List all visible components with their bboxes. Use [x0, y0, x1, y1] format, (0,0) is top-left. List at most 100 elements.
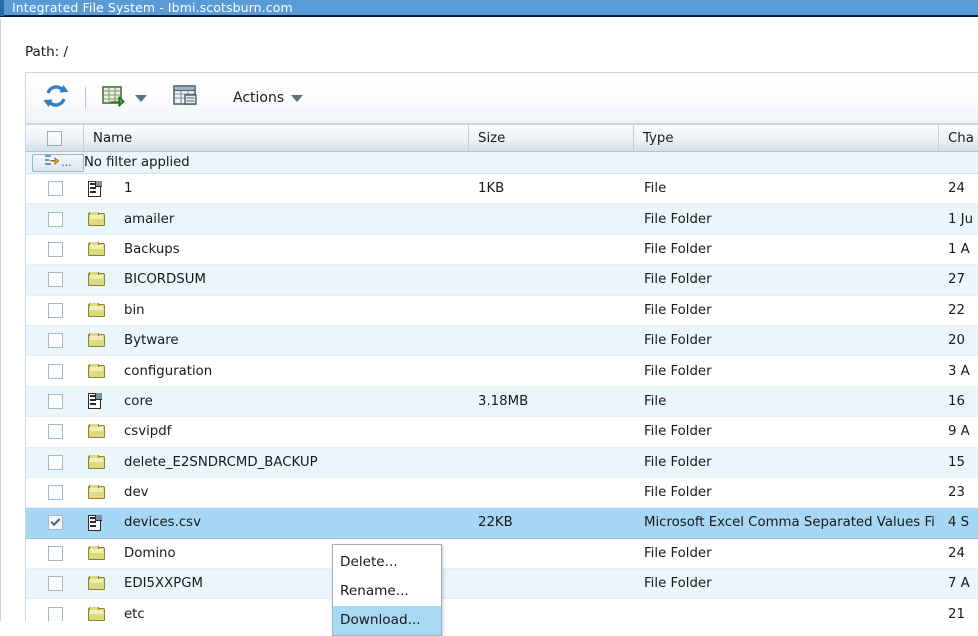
checkbox-box	[47, 333, 63, 349]
cell-changed: 7 A	[948, 576, 970, 592]
checkbox-box	[47, 302, 63, 318]
file-icon	[88, 180, 118, 197]
row-checkbox[interactable]	[26, 241, 84, 257]
row-checkbox[interactable]	[26, 363, 84, 379]
checkbox-box	[47, 576, 63, 592]
toolbar-divider	[85, 87, 86, 109]
cell-name[interactable]: devices.csv	[84, 514, 469, 531]
cell-name[interactable]: configuration	[84, 363, 469, 379]
columns-button[interactable]	[166, 78, 204, 118]
column-header-type[interactable]: Type	[634, 125, 939, 151]
file-icon-glyph	[88, 393, 102, 410]
folder-icon-glyph	[88, 424, 105, 439]
row-checkbox[interactable]	[26, 606, 84, 621]
chevron-down-icon[interactable]	[291, 94, 304, 102]
cell-type: File Folder	[644, 302, 712, 318]
cell-name[interactable]: amailer	[84, 211, 469, 227]
table-row[interactable]: bin File Folder 22	[26, 296, 978, 326]
grid-header-row: Name Size Type Cha	[26, 124, 978, 152]
context-menu-item-delete[interactable]: Delete...	[333, 548, 441, 577]
grid-rows: 1 1KB File 24 amailer File Folder 1 Ju Backups…	[26, 174, 978, 621]
cell-name[interactable]: BICORDSUM	[84, 272, 469, 287]
table-row[interactable]: dev File Folder 23	[26, 478, 978, 509]
actions-menu-button[interactable]: Actions	[210, 78, 308, 118]
cell-changed: 9 A	[948, 424, 970, 440]
row-checkbox[interactable]	[26, 393, 84, 409]
table-row[interactable]: 1 1KB File 24	[26, 174, 978, 205]
column-header-size[interactable]: Size	[469, 125, 634, 151]
table-row[interactable]: core 3.18MB File 16	[26, 386, 978, 418]
column-header-name[interactable]: Name	[84, 125, 469, 151]
cell-name[interactable]: Bytware	[84, 333, 469, 348]
file-name-label: amailer	[124, 211, 175, 227]
folder-icon-glyph	[88, 576, 105, 591]
file-name-label: etc	[124, 606, 145, 621]
row-checkbox[interactable]	[26, 545, 84, 561]
context-menu-item-rename[interactable]: Rename...	[333, 577, 441, 606]
table-row[interactable]: configuration File Folder 3 A	[26, 356, 978, 387]
cell-name[interactable]: bin	[84, 302, 469, 318]
table-row[interactable]: devices.csv 22KB Microsoft Excel Comma Sep…	[26, 508, 978, 539]
table-row[interactable]: BICORDSUM File Folder 27	[26, 265, 978, 296]
table-row[interactable]: Backups File Folder 1 A	[26, 235, 978, 266]
row-checkbox[interactable]	[26, 454, 84, 470]
table-row[interactable]: csvipdf File Folder 9 A	[26, 417, 978, 448]
table-row[interactable]: delete_E2SNDRCMD_BACKUP File Folder 15	[26, 447, 978, 478]
page-body: Path: / Actions Name Size Type Cha ... N…	[0, 19, 978, 636]
cell-type: File Folder	[644, 241, 712, 257]
folder-icon-glyph	[88, 606, 105, 621]
row-checkbox[interactable]	[26, 515, 84, 531]
file-icon-glyph	[88, 180, 102, 197]
cell-name[interactable]: core	[84, 393, 469, 410]
cell-name[interactable]: delete_E2SNDRCMD_BACKUP	[84, 454, 469, 470]
cell-type: File Folder	[644, 333, 712, 349]
cell-type: File Folder	[644, 211, 712, 227]
chevron-down-icon[interactable]	[135, 94, 147, 102]
cell-type: File	[644, 181, 667, 197]
window-title: Integrated File System - Ibmi.scotsburn.…	[12, 0, 293, 15]
row-checkbox[interactable]	[26, 576, 84, 592]
table-row[interactable]: amailer File Folder 1 Ju	[26, 204, 978, 235]
checkbox-box	[47, 393, 63, 409]
checkbox-box	[47, 130, 62, 146]
row-checkbox[interactable]	[26, 485, 84, 501]
table-row[interactable]: Domino File Folder 24	[26, 539, 978, 570]
table-row[interactable]: EDI5XXPGM File Folder 7 A	[26, 569, 978, 600]
row-checkbox[interactable]	[26, 333, 84, 349]
checkbox-box	[47, 181, 63, 197]
cell-name[interactable]: dev	[84, 485, 469, 500]
filter-button[interactable]: ...	[32, 153, 84, 172]
folder-icon	[88, 545, 118, 560]
cell-name[interactable]: 1	[84, 180, 469, 197]
row-checkbox[interactable]	[26, 272, 84, 288]
file-icon	[88, 393, 118, 410]
folder-icon	[88, 576, 118, 591]
row-checkbox[interactable]	[26, 302, 84, 318]
file-name-label: devices.csv	[124, 515, 201, 531]
cell-changed: 16	[948, 393, 965, 409]
path-label: Path: /	[25, 44, 69, 60]
filter-icon	[44, 154, 60, 171]
cell-changed: 3 A	[948, 363, 970, 379]
folder-icon-glyph	[88, 333, 105, 348]
table-row[interactable]: etc 21	[26, 599, 978, 621]
folder-icon	[88, 485, 118, 500]
row-checkbox[interactable]	[26, 424, 84, 440]
row-checkbox[interactable]	[26, 181, 84, 197]
cell-type: File Folder	[644, 272, 712, 288]
upload-file-button[interactable]	[95, 78, 152, 118]
filter-dots: ...	[61, 155, 72, 169]
cell-changed: 21	[948, 606, 965, 621]
cell-type: File	[644, 393, 667, 409]
cell-name[interactable]: csvipdf	[84, 424, 469, 439]
cell-name[interactable]: Backups	[84, 241, 469, 257]
context-menu: Delete... Rename... Download...	[332, 544, 442, 636]
row-checkbox[interactable]	[26, 211, 84, 227]
folder-icon-glyph	[88, 211, 105, 226]
select-all-checkbox[interactable]	[26, 125, 84, 151]
column-header-changed[interactable]: Cha	[939, 125, 978, 151]
refresh-button[interactable]	[36, 78, 76, 118]
cell-changed: 24	[948, 545, 965, 561]
table-row[interactable]: Bytware File Folder 20	[26, 325, 978, 357]
cell-size: 22KB	[478, 515, 513, 531]
